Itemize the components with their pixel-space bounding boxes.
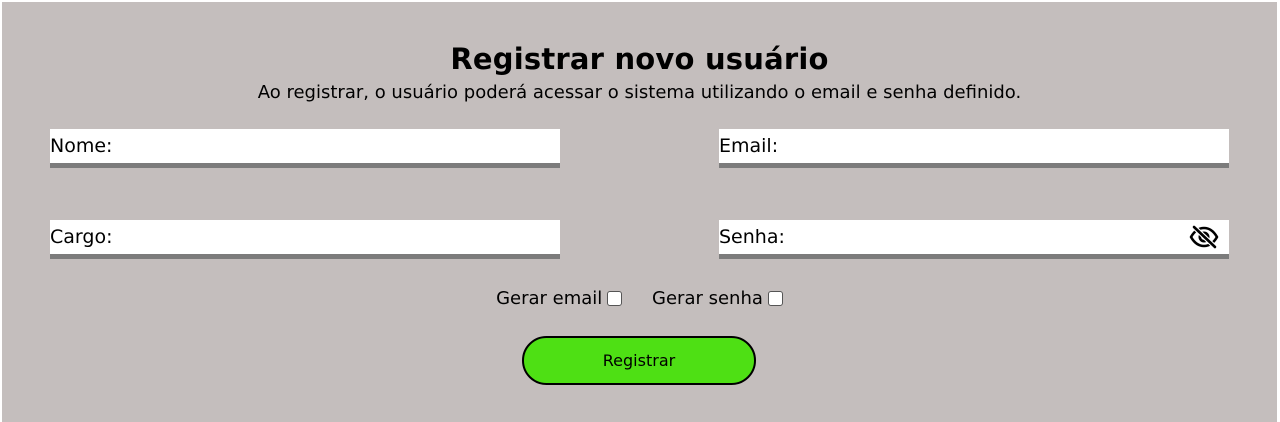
cargo-field[interactable]: Cargo: xyxy=(50,220,560,259)
gerar-senha-label: Gerar senha xyxy=(652,288,763,309)
gerar-email-label: Gerar email xyxy=(496,288,603,309)
email-field[interactable]: Email: xyxy=(719,129,1229,168)
senha-input[interactable] xyxy=(719,220,1229,254)
cargo-input[interactable] xyxy=(50,220,560,254)
senha-field[interactable]: Senha: xyxy=(719,220,1229,259)
register-panel: Registrar novo usuário Ao registrar, o u… xyxy=(2,2,1277,422)
registrar-button[interactable]: Registrar xyxy=(522,336,756,385)
nome-field[interactable]: Nome: xyxy=(50,129,560,168)
eye-slash-icon[interactable] xyxy=(1189,225,1219,249)
gerar-email-checkbox[interactable] xyxy=(607,291,623,306)
gerar-email-option[interactable]: Gerar email xyxy=(496,288,623,309)
page-title: Registrar novo usuário xyxy=(450,42,829,76)
nome-input[interactable] xyxy=(50,129,560,163)
gerar-senha-option[interactable]: Gerar senha xyxy=(652,288,783,309)
gerar-senha-checkbox[interactable] xyxy=(767,291,783,306)
options-row: Gerar email Gerar senha xyxy=(2,288,1277,309)
email-input[interactable] xyxy=(719,129,1229,163)
page-subtitle: Ao registrar, o usuário poderá acessar o… xyxy=(257,82,1022,103)
